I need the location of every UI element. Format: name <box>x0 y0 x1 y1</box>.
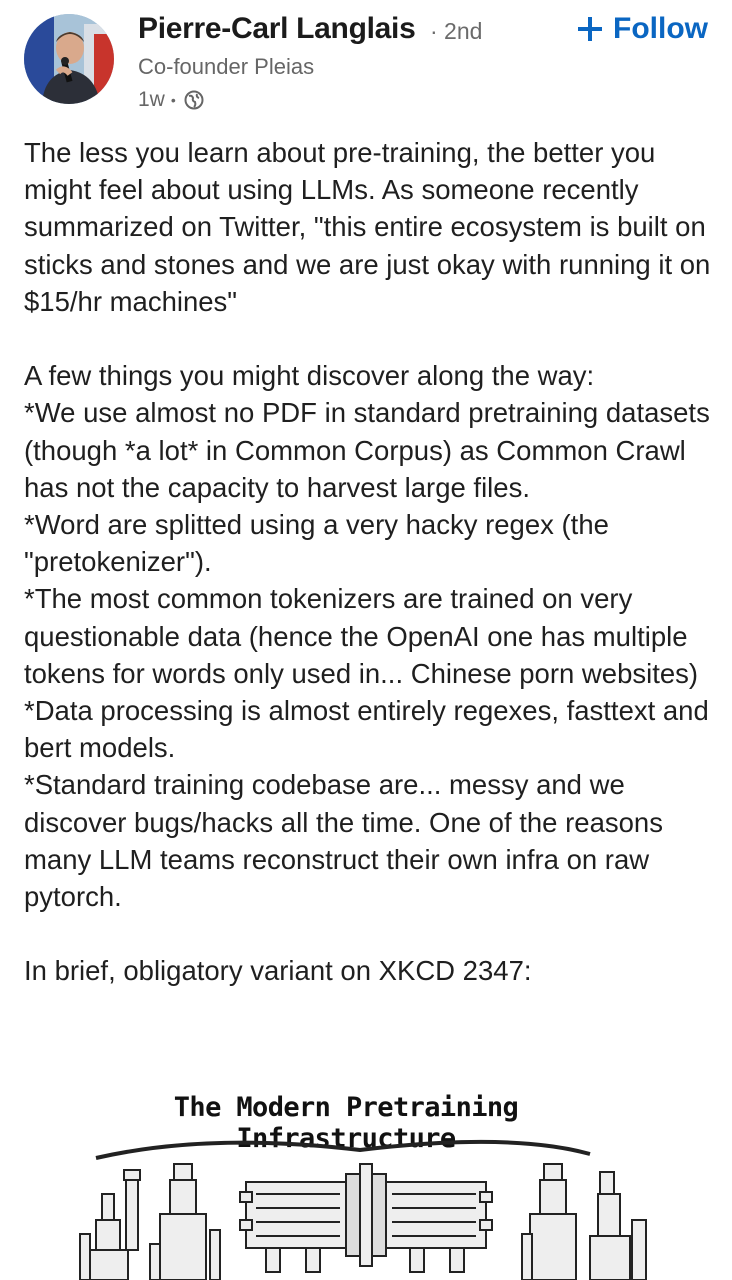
avatar-image <box>24 14 114 104</box>
post-paragraph: *Standard training codebase are... messy… <box>24 769 663 913</box>
follow-button[interactable]: Follow <box>577 12 708 46</box>
connection-degree: · 2nd <box>430 18 483 44</box>
post-paragraph: In brief, obligatory variant on XKCD 234… <box>24 955 532 987</box>
author-avatar[interactable] <box>24 14 114 104</box>
comic-drawing <box>79 1139 647 1280</box>
post-header: Pierre-Carl Langlais · 2nd Co-founder Pl… <box>0 0 732 120</box>
post-time: 1w <box>138 88 165 111</box>
globe-icon <box>184 90 204 110</box>
follow-label: Follow <box>613 12 708 45</box>
post-meta: 1w • <box>138 88 204 112</box>
post-paragraph: The less you learn about pre-training, t… <box>24 137 711 317</box>
meta-separator: • <box>170 92 176 108</box>
post-text: The less you learn about pre-training, t… <box>24 134 714 990</box>
author-headline: Co-founder Pleias <box>138 54 315 79</box>
post-paragraph: *Word are splitted using a very hacky re… <box>24 509 609 578</box>
post-paragraph: *We use almost no PDF in standard pretra… <box>24 397 710 503</box>
post-paragraph: *Data processing is almost entirely rege… <box>24 695 709 764</box>
post-paragraph: A few things you might discover along th… <box>24 360 595 392</box>
post-image[interactable]: The Modern Pretraining Infrastructure <box>60 1086 680 1280</box>
plus-icon <box>577 16 603 42</box>
author-name[interactable]: Pierre-Carl Langlais <box>138 12 416 46</box>
post-paragraph: *The most common tokenizers are trained … <box>24 583 699 689</box>
